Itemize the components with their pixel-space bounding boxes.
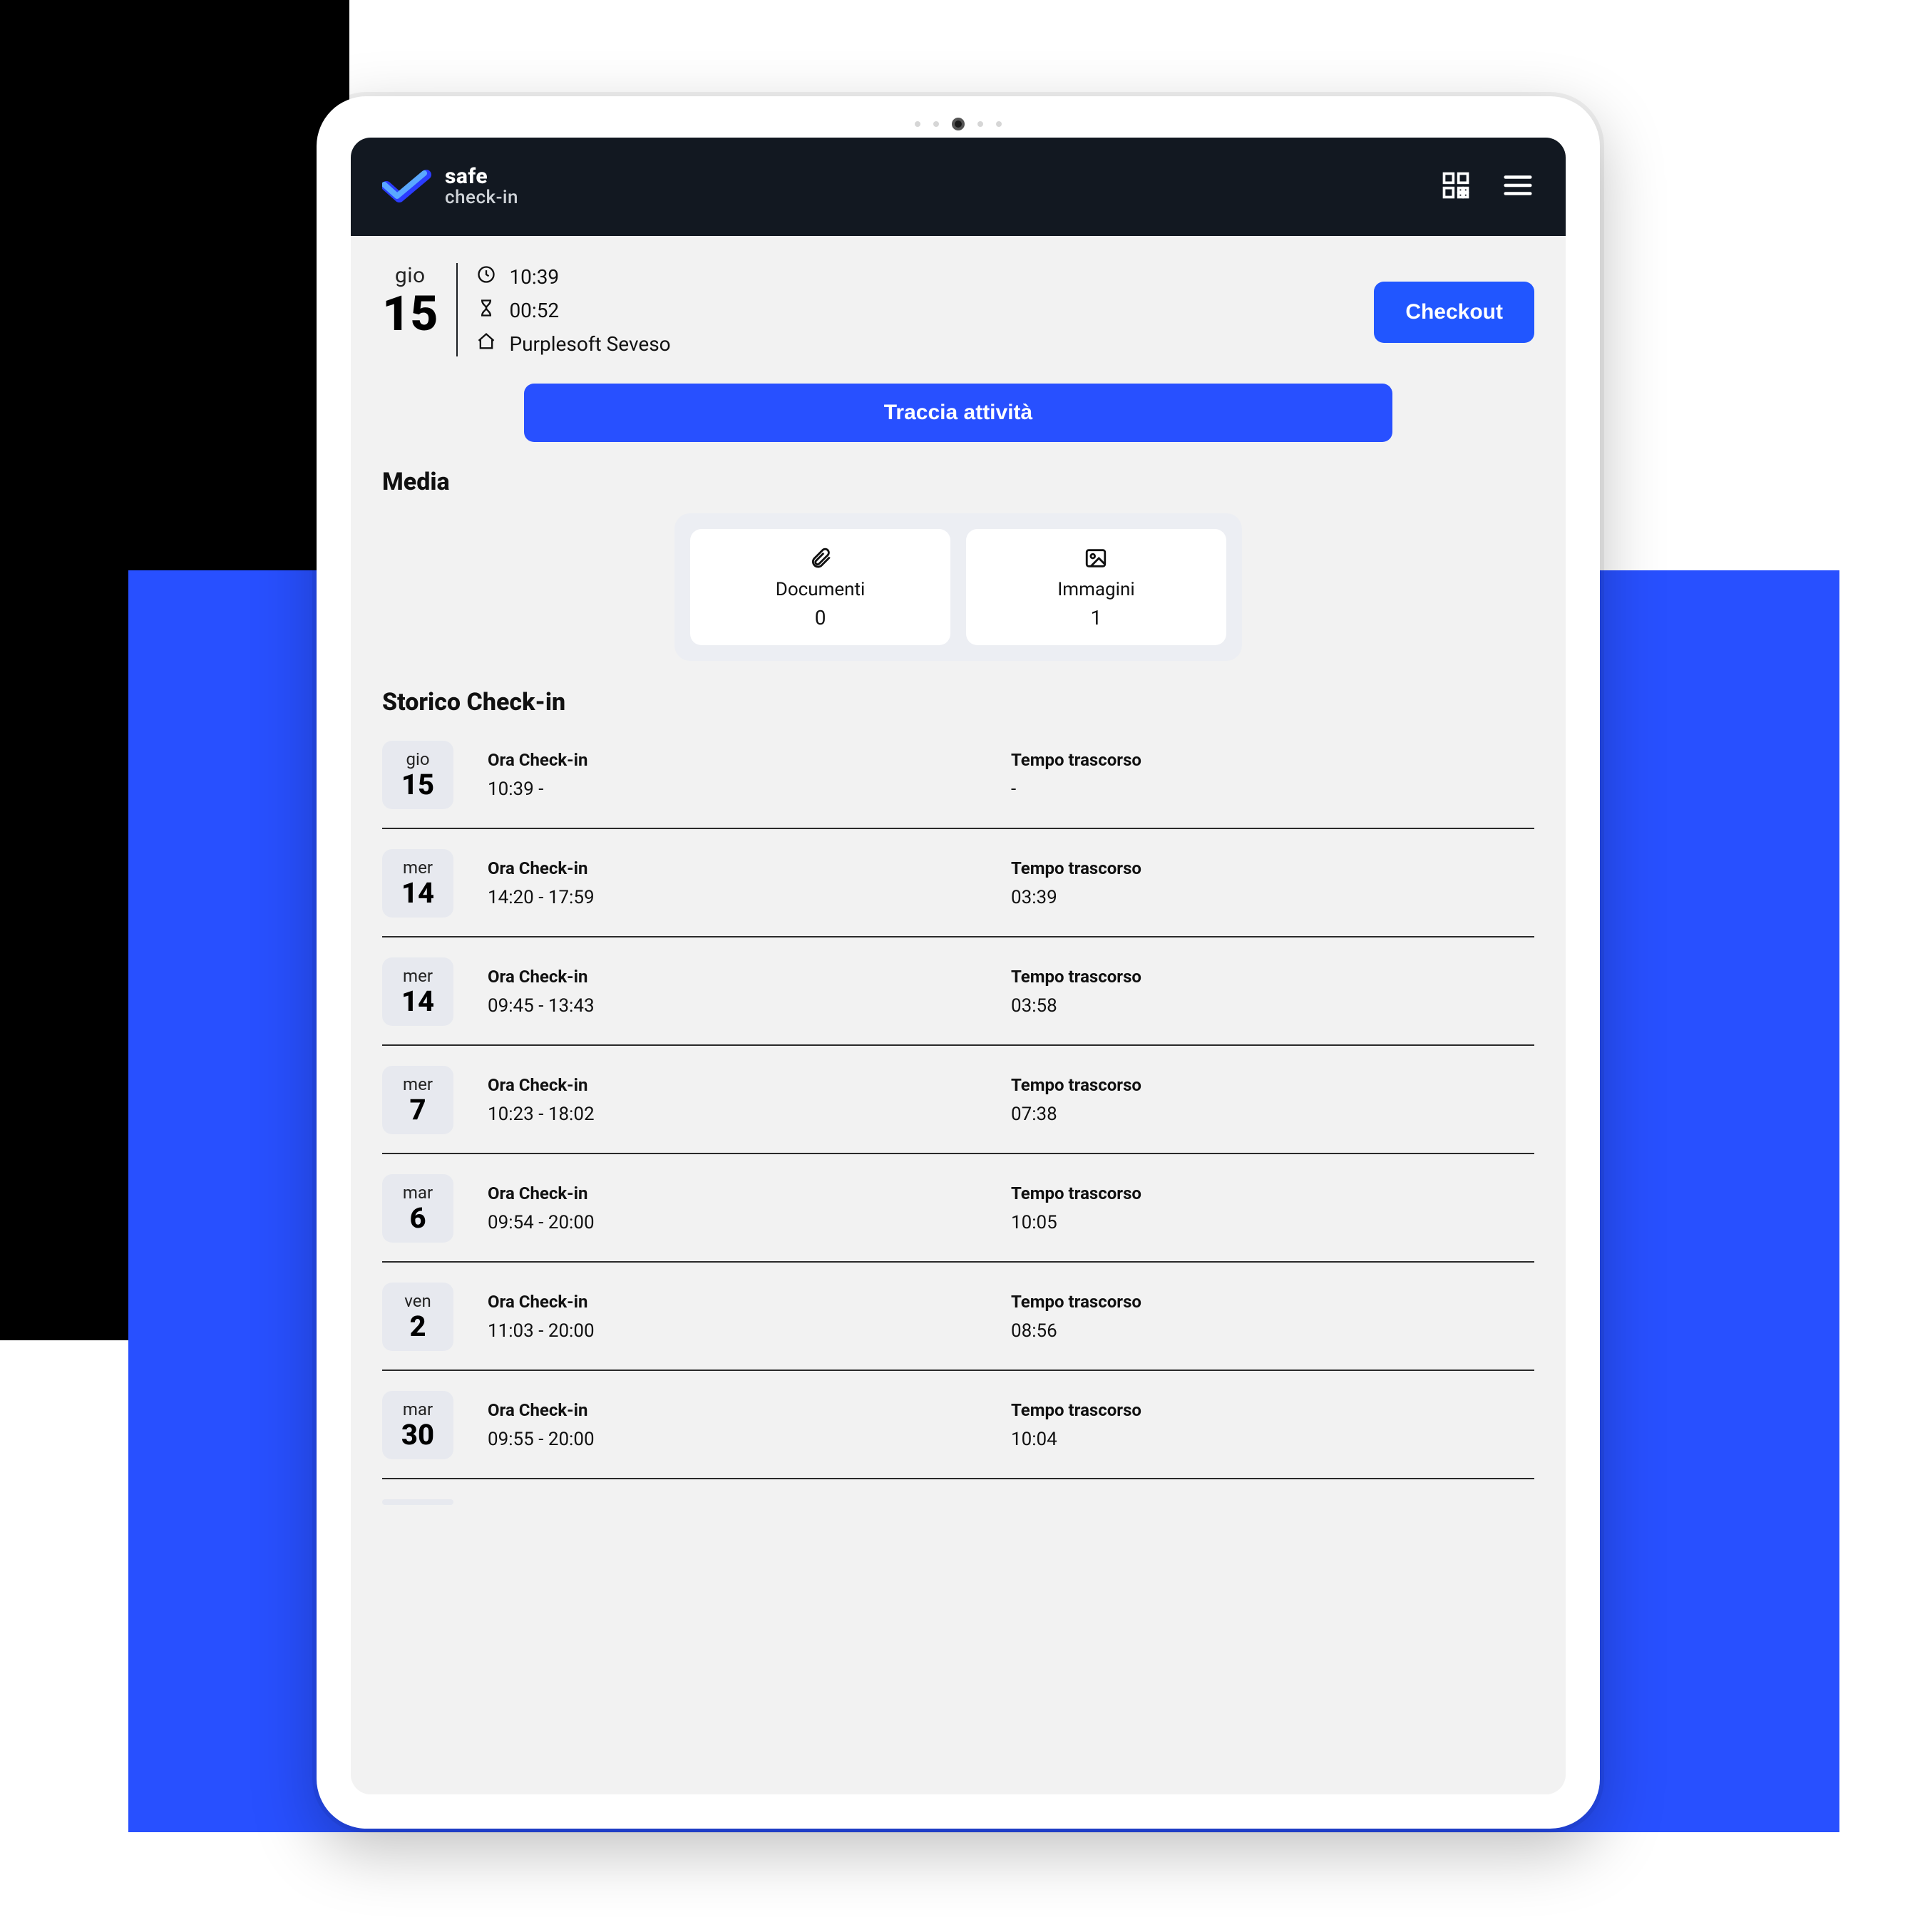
history-day: 6 xyxy=(382,1204,453,1233)
brand-line2: check-in xyxy=(445,188,518,207)
history-elapsed-label: Tempo trascorso xyxy=(1011,750,1534,770)
history-day: 7 xyxy=(382,1096,453,1124)
history-day: 2 xyxy=(382,1312,453,1341)
documents-label: Documenti xyxy=(697,579,943,600)
top-bar: safe check-in xyxy=(351,138,1566,236)
history-checkin-value: 10:39 - xyxy=(488,779,1011,800)
history-elapsed-label: Tempo trascorso xyxy=(1011,1400,1534,1420)
hourglass-icon xyxy=(476,298,496,323)
history-day: 14 xyxy=(382,879,453,908)
history-section-title: Storico Check-in xyxy=(382,688,1534,716)
content-area: gio 15 10:39 xyxy=(351,236,1566,1794)
location-value: Purplesoft Seveso xyxy=(509,332,670,356)
history-checkin-value: 14:20 - 17:59 xyxy=(488,887,1011,908)
history-elapsed-value: 03:58 xyxy=(1011,995,1534,1017)
history-dow: ven xyxy=(382,1291,453,1311)
history-checkin-value: 09:45 - 13:43 xyxy=(488,995,1011,1017)
history-elapsed-value: 03:39 xyxy=(1011,887,1534,908)
current-dow: gio xyxy=(382,263,438,288)
checkout-button[interactable]: Checkout xyxy=(1374,282,1534,343)
history-checkin-value: 11:03 - 20:00 xyxy=(488,1320,1011,1342)
history-date-badge: mar 30 xyxy=(382,1391,453,1459)
history-row[interactable]: mer 7 Ora Check-in 10:23 - 18:02 Tempo t… xyxy=(382,1046,1534,1154)
history-day: 14 xyxy=(382,987,453,1016)
checkin-time-row: 10:39 xyxy=(476,264,670,289)
images-card[interactable]: Immagini 1 xyxy=(966,529,1226,645)
history-dow: mar xyxy=(382,1399,453,1419)
current-date-badge: gio 15 xyxy=(382,263,458,356)
history-elapsed-label: Tempo trascorso xyxy=(1011,1292,1534,1312)
current-day: 15 xyxy=(382,289,438,338)
history-date-badge: mer 7 xyxy=(382,1066,453,1134)
history-checkin-label: Ora Check-in xyxy=(488,858,1011,878)
media-section-title: Media xyxy=(382,468,1534,496)
history-row[interactable]: ven 2 Ora Check-in 11:03 - 20:00 Tempo t… xyxy=(382,1263,1534,1371)
history-elapsed-value: - xyxy=(1011,779,1534,800)
checkin-time-value: 10:39 xyxy=(509,265,559,289)
brand-text: safe check-in xyxy=(445,166,518,207)
history-elapsed-label: Tempo trascorso xyxy=(1011,858,1534,878)
history-checkin-label: Ora Check-in xyxy=(488,1075,1011,1095)
elapsed-value: 00:52 xyxy=(509,299,559,322)
history-checkin-label: Ora Check-in xyxy=(488,967,1011,987)
documents-count: 0 xyxy=(697,606,943,630)
history-dow: mar xyxy=(382,1183,453,1203)
history-dow: mer xyxy=(382,858,453,878)
history-row[interactable]: mar 30 Ora Check-in 09:55 - 20:00 Tempo … xyxy=(382,1371,1534,1479)
history-elapsed-label: Tempo trascorso xyxy=(1011,967,1534,987)
qr-icon[interactable] xyxy=(1440,170,1472,204)
app-screen: safe check-in xyxy=(351,138,1566,1794)
history-dow: mer xyxy=(382,1074,453,1094)
history-row[interactable]: gio 15 Ora Check-in 10:39 - Tempo trasco… xyxy=(382,734,1534,829)
history-row[interactable]: mar 6 Ora Check-in 09:54 - 20:00 Tempo t… xyxy=(382,1154,1534,1263)
home-icon xyxy=(476,332,496,356)
brand-check-icon xyxy=(382,169,432,205)
history-date-badge: ven 2 xyxy=(382,1283,453,1351)
history-day: 30 xyxy=(382,1421,453,1449)
history-dow: gio xyxy=(382,749,453,769)
session-summary: gio 15 10:39 xyxy=(379,256,1537,376)
documents-card[interactable]: Documenti 0 xyxy=(690,529,950,645)
history-elapsed-value: 08:56 xyxy=(1011,1320,1534,1342)
brand-line1: safe xyxy=(445,166,518,188)
history-row-partial xyxy=(382,1499,1534,1522)
history-date-badge: mar 6 xyxy=(382,1174,453,1243)
history-checkin-label: Ora Check-in xyxy=(488,1400,1011,1420)
track-activity-button[interactable]: Traccia attività xyxy=(524,384,1392,442)
image-icon xyxy=(1084,560,1108,573)
location-row: Purplesoft Seveso xyxy=(476,332,670,356)
brand: safe check-in xyxy=(382,166,518,207)
history-elapsed-label: Tempo trascorso xyxy=(1011,1183,1534,1203)
images-label: Immagini xyxy=(973,579,1219,600)
history-day: 15 xyxy=(382,771,453,799)
elapsed-row: 00:52 xyxy=(476,298,670,323)
history-date-badge: mer 14 xyxy=(382,957,453,1026)
history-checkin-value: 10:23 - 18:02 xyxy=(488,1104,1011,1125)
history-checkin-label: Ora Check-in xyxy=(488,1292,1011,1312)
images-count: 1 xyxy=(973,606,1219,630)
history-elapsed-value: 10:04 xyxy=(1011,1429,1534,1450)
history-date-badge: gio 15 xyxy=(382,741,453,809)
history-checkin-label: Ora Check-in xyxy=(488,750,1011,770)
history-checkin-value: 09:55 - 20:00 xyxy=(488,1429,1011,1450)
history-elapsed-label: Tempo trascorso xyxy=(1011,1075,1534,1095)
clock-icon xyxy=(476,264,496,289)
history-date-badge xyxy=(382,1499,453,1505)
paperclip-icon xyxy=(808,560,833,573)
history-dow: mer xyxy=(382,966,453,986)
history-date-badge: mer 14 xyxy=(382,849,453,918)
hamburger-menu-icon[interactable] xyxy=(1502,169,1534,205)
history-checkin-value: 09:54 - 20:00 xyxy=(488,1212,1011,1233)
history-elapsed-value: 07:38 xyxy=(1011,1104,1534,1125)
history-row[interactable]: mer 14 Ora Check-in 14:20 - 17:59 Tempo … xyxy=(382,829,1534,937)
history-row[interactable]: mer 14 Ora Check-in 09:45 - 13:43 Tempo … xyxy=(382,937,1534,1046)
tablet-frame: safe check-in xyxy=(317,96,1600,1829)
history-elapsed-value: 10:05 xyxy=(1011,1212,1534,1233)
history-checkin-label: Ora Check-in xyxy=(488,1183,1011,1203)
media-cards: Documenti 0 Immagini 1 xyxy=(674,513,1242,661)
history-list: gio 15 Ora Check-in 10:39 - Tempo trasco… xyxy=(379,734,1537,1522)
tablet-camera-row xyxy=(317,118,1600,130)
